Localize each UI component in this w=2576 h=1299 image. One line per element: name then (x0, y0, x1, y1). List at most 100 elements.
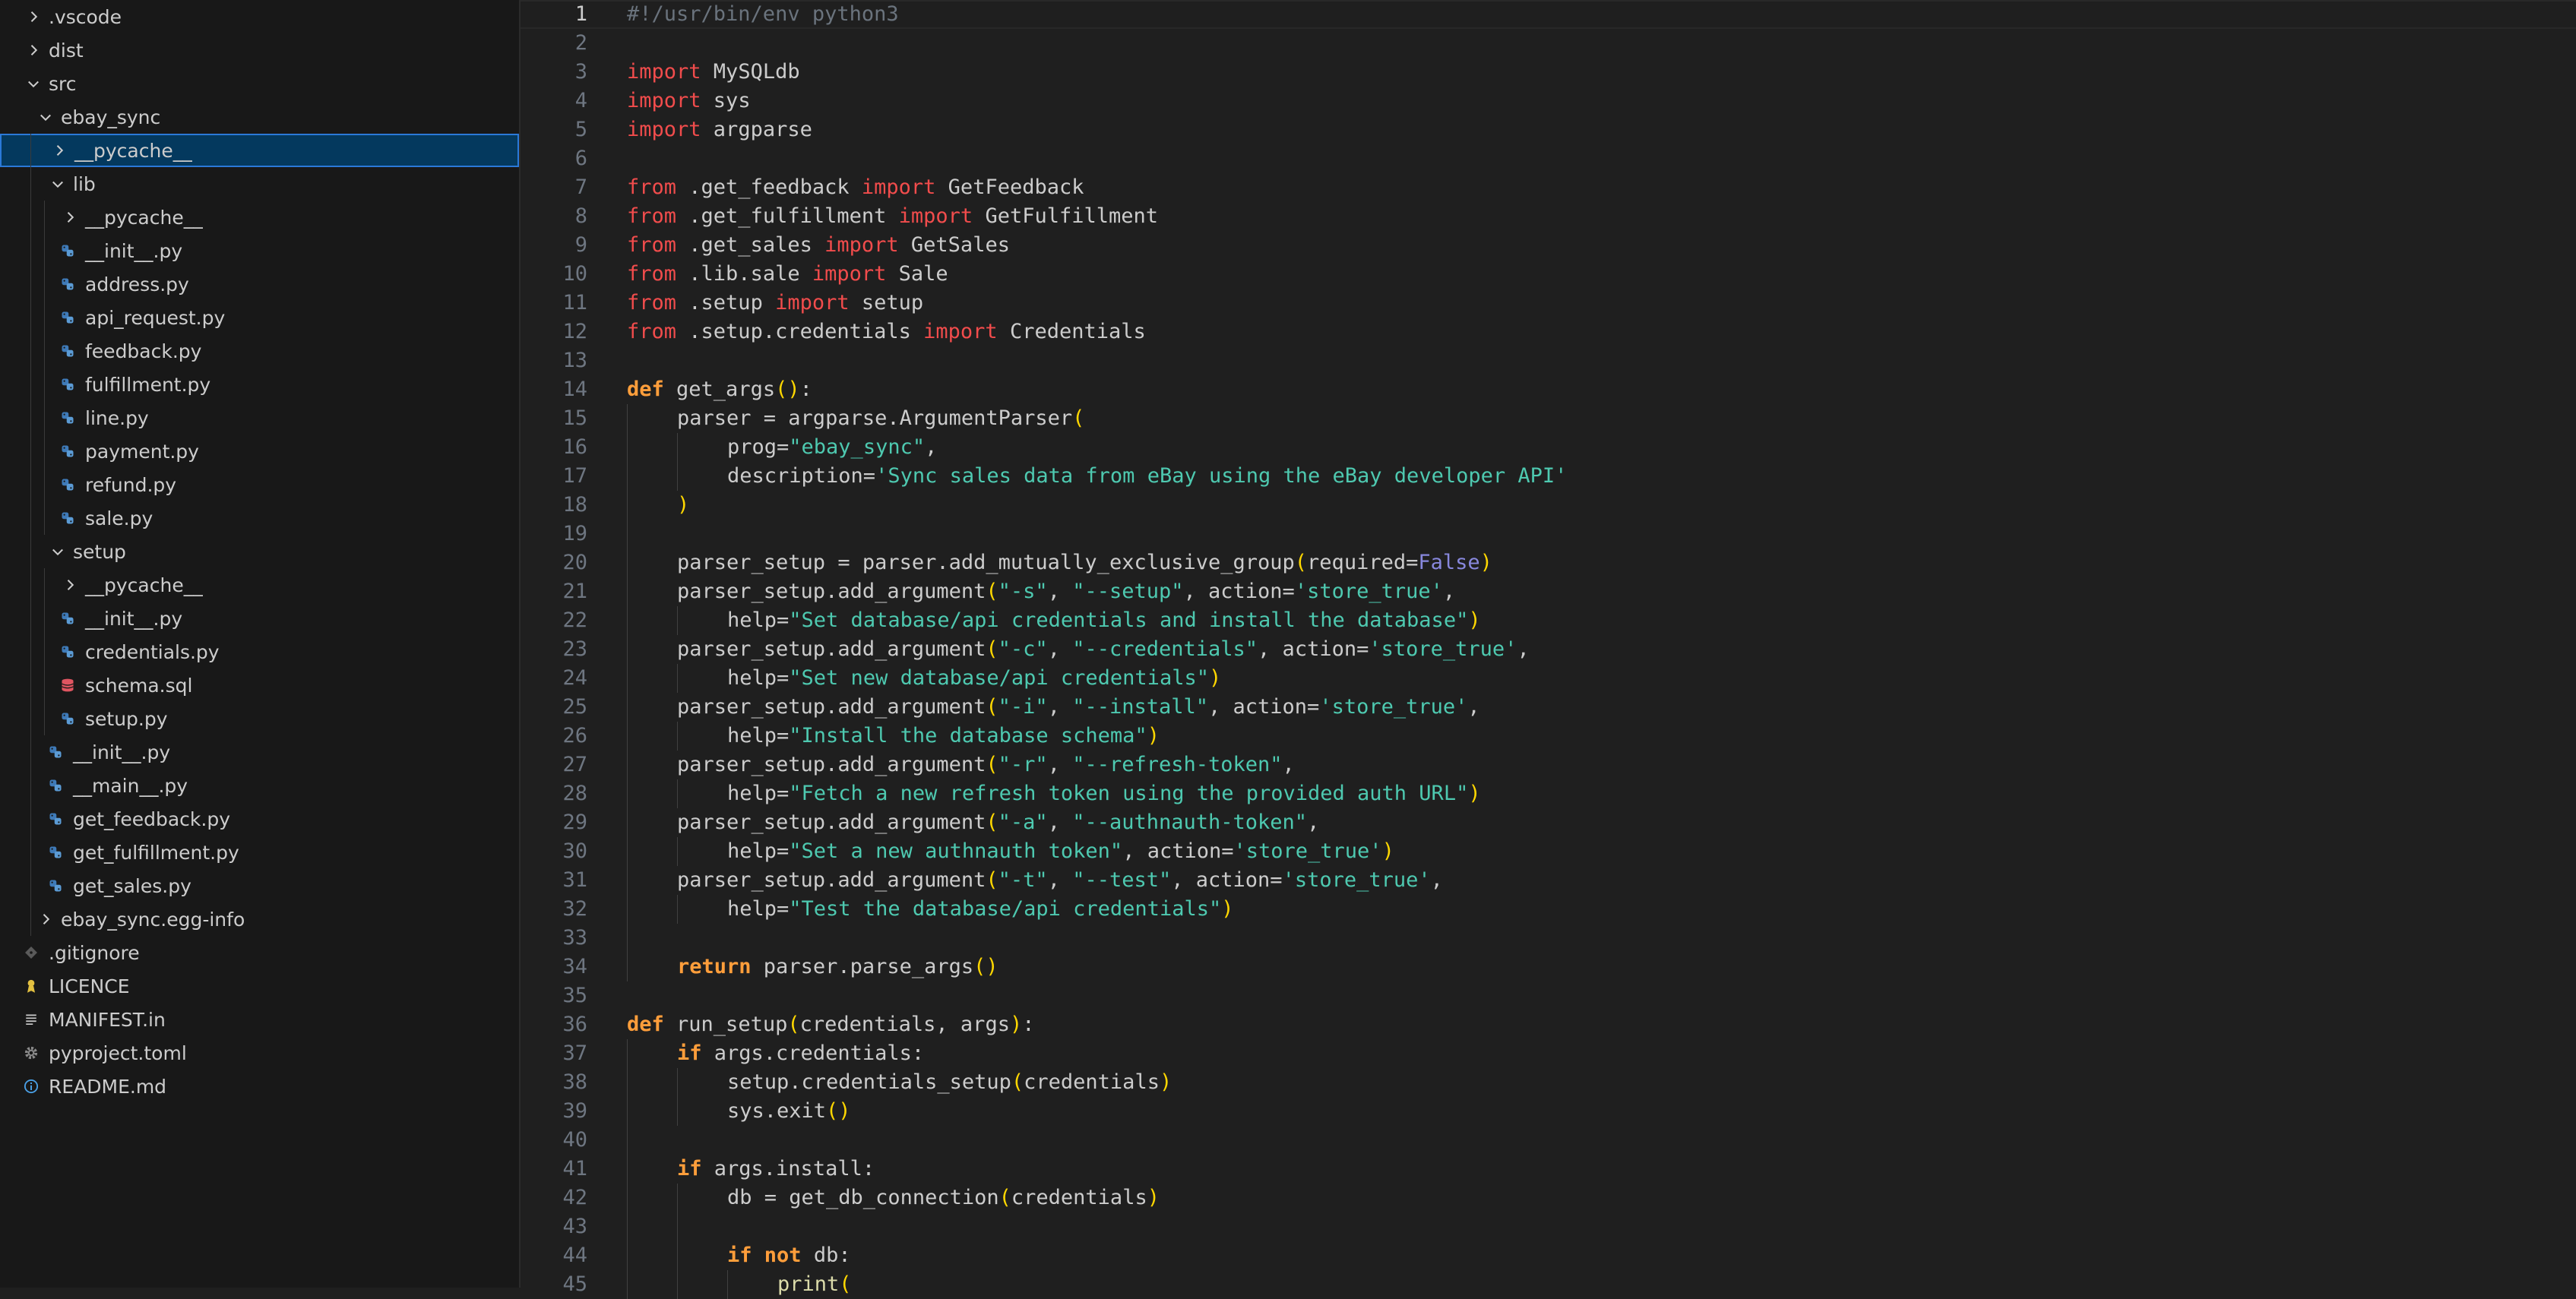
tree-file-manifest-in[interactable]: MANIFEST.in (0, 1003, 519, 1036)
tree-file-fulfillment-py[interactable]: fulfillment.py (0, 368, 519, 401)
indent-guide (627, 1068, 628, 1097)
chevron-right-icon[interactable] (49, 140, 70, 161)
indent-guide (677, 1184, 678, 1212)
chevron-down-icon[interactable] (35, 106, 56, 128)
indent-guide (627, 808, 628, 837)
code-line: 17 description='Sync sales data from eBay… (521, 462, 2576, 491)
code-text: from .setup.credentials import Credentia… (627, 318, 1146, 346)
indent-guide (627, 520, 628, 548)
code-token: 'store_true' (1294, 580, 1443, 603)
code-text: from .get_sales import GetSales (627, 231, 1010, 260)
tree-file-get-sales-py[interactable]: get_sales.py (0, 869, 519, 902)
tree-file-init-py[interactable]: __init__.py (0, 234, 519, 267)
code-line: 1 #!/usr/bin/env python3 (521, 0, 2576, 29)
line-number: 19 (562, 522, 587, 545)
tree-file-sale-py[interactable]: sale.py (0, 501, 519, 535)
chevron-right-icon[interactable] (35, 909, 56, 930)
code-token: from (627, 175, 677, 199)
chevron-right-icon[interactable] (59, 574, 81, 596)
code-token: sys.exit (727, 1099, 827, 1123)
tree-folder-src[interactable]: src (0, 67, 519, 100)
line-number: 13 (562, 349, 587, 372)
code-token: ( (986, 753, 998, 776)
chevron-right-icon[interactable] (23, 40, 44, 61)
tree-file-refund-py[interactable]: refund.py (0, 468, 519, 501)
tree-folder-setup[interactable]: setup (0, 535, 519, 568)
tree-file-init-py[interactable]: __init__.py (0, 602, 519, 635)
tree-file-pyproject-toml[interactable]: pyproject.toml (0, 1036, 519, 1070)
tree-item-label: credentials.py (85, 640, 220, 663)
tree-item-label: __pycache__ (74, 139, 192, 162)
code-line: 2 (521, 29, 2576, 58)
tree-folder-dist[interactable]: dist (0, 33, 519, 67)
code-token: , (1442, 580, 1456, 603)
line-number: 27 (562, 753, 587, 776)
tree-file-get-feedback-py[interactable]: get_feedback.py (0, 802, 519, 836)
tree-folder-ebay-sync-egg-info[interactable]: ebay_sync.egg-info (0, 902, 519, 936)
python-file-icon (59, 276, 76, 292)
tree-folder-pycache[interactable]: __pycache__ (0, 568, 519, 602)
tree-file-feedback-py[interactable]: feedback.py (0, 334, 519, 368)
code-token: "Set database/api credentials and instal… (789, 608, 1469, 632)
tree-file-init-py[interactable]: __init__.py (0, 735, 519, 769)
code-line: 40 (521, 1126, 2576, 1155)
tree-file-schema-sql[interactable]: schema.sql (0, 668, 519, 702)
code-token: parser_setup.add_argument (677, 580, 986, 603)
chevron-right-icon[interactable] (59, 207, 81, 228)
line-number: 7 (574, 175, 587, 199)
tree-file-get-fulfillment-py[interactable]: get_fulfillment.py (0, 836, 519, 869)
code-token: , (1467, 695, 1480, 719)
code-token: ( (986, 695, 998, 719)
code-line: 26 help="Install the database schema") (521, 722, 2576, 751)
code-token: print (777, 1272, 840, 1296)
indent-guide (627, 895, 628, 924)
code-token: ) (1009, 1013, 1023, 1036)
tree-file-credentials-py[interactable]: credentials.py (0, 635, 519, 668)
tree-file-main-py[interactable]: __main__.py (0, 769, 519, 802)
text-file-icon (23, 1011, 40, 1028)
tree-item-label: __init__.py (85, 239, 183, 262)
tree-item-label: README.md (49, 1075, 167, 1098)
tree-item-label: __main__.py (73, 774, 188, 797)
code-token: , (1517, 637, 1530, 661)
tree-file-setup-py[interactable]: setup.py (0, 702, 519, 735)
code-token: setup.credentials_setup (727, 1070, 1011, 1094)
code-text: from .setup import setup (627, 289, 923, 318)
chevron-right-icon[interactable] (23, 6, 44, 27)
code-line: 3 import MySQLdb (521, 58, 2576, 87)
tree-file-licence[interactable]: LICENCE (0, 969, 519, 1003)
code-token: help= (727, 897, 790, 921)
chevron-down-icon[interactable] (47, 173, 68, 194)
tree-file-address-py[interactable]: address.py (0, 267, 519, 301)
tree-folder-ebay-sync[interactable]: ebay_sync (0, 100, 519, 134)
tree-item-label: __init__.py (73, 741, 171, 763)
code-token: parser.parse_args (751, 955, 974, 978)
indent-guide (627, 491, 628, 520)
code-text: if args.credentials: (677, 1039, 924, 1068)
code-text: import MySQLdb (627, 58, 800, 87)
indent-guide (677, 779, 678, 808)
code-text: print( (777, 1270, 852, 1299)
code-editor[interactable]: 1 #!/usr/bin/env python3 2 3 import MySQLdb 4… (521, 0, 2576, 1299)
tree-file-api-request-py[interactable]: api_request.py (0, 301, 519, 334)
chevron-down-icon[interactable] (47, 541, 68, 562)
code-token: , (1047, 811, 1073, 834)
tree-folder-vscode[interactable]: .vscode (0, 0, 519, 33)
code-text: #!/usr/bin/env python3 (627, 0, 899, 29)
tree-file-gitignore[interactable]: .gitignore (0, 936, 519, 969)
tree-file-readme-md[interactable]: README.md (0, 1070, 519, 1103)
tree-file-line-py[interactable]: line.py (0, 401, 519, 435)
tree-folder-lib[interactable]: lib (0, 167, 519, 201)
line-number: 12 (562, 320, 587, 343)
tree-file-payment-py[interactable]: payment.py (0, 435, 519, 468)
python-file-icon (59, 409, 76, 426)
code-token: help= (727, 666, 790, 690)
code-line: 16 prog="ebay_sync", (521, 433, 2576, 462)
chevron-down-icon[interactable] (23, 73, 44, 94)
tree-folder-pycache[interactable]: __pycache__ (0, 201, 519, 234)
code-text: from .get_fulfillment import GetFulfillm… (627, 202, 1158, 231)
code-text: prog="ebay_sync", (727, 433, 937, 462)
tree-folder-pycache[interactable]: __pycache__ (0, 134, 519, 167)
line-number: 23 (562, 637, 587, 661)
line-number: 43 (562, 1215, 587, 1238)
